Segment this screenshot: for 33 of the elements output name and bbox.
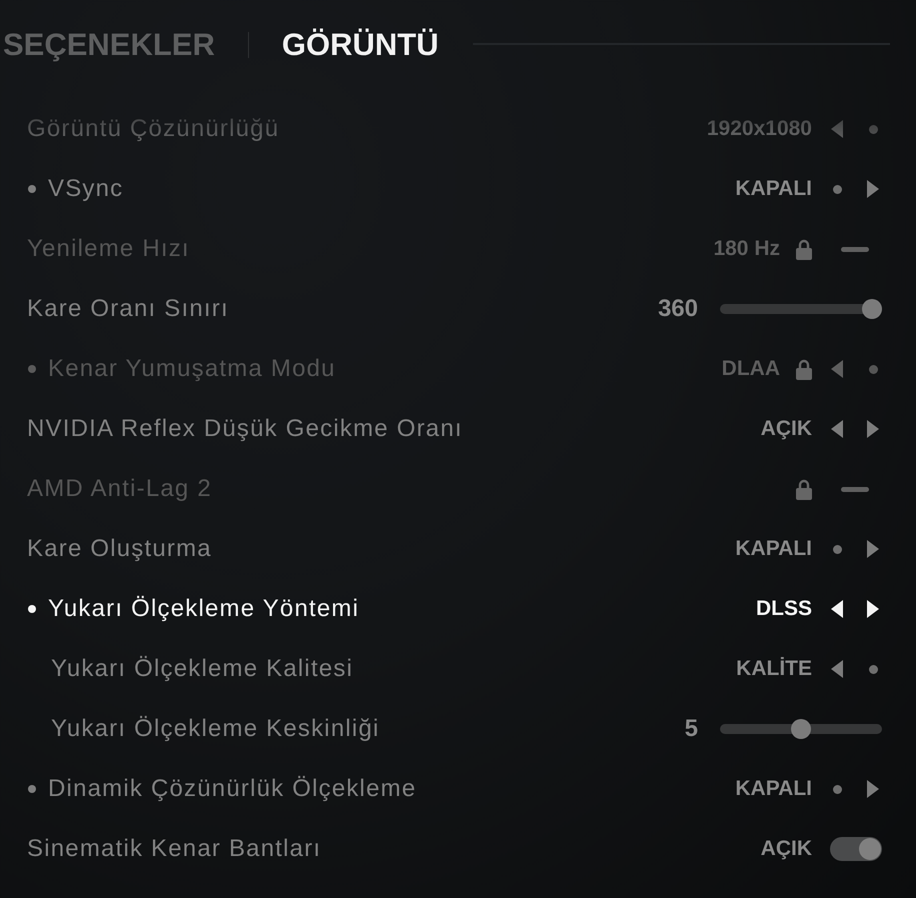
setting-label[interactable]: Dinamik Çözünürlük Ölçekleme [48,774,416,804]
tab[interactable]: SEÇENEKLER [3,26,215,64]
setting-value: KAPALI [735,776,812,802]
setting-label[interactable]: Yukarı Ölçekleme Keskinliği [51,714,380,744]
right-arrow-icon[interactable] [867,600,879,618]
slider-track[interactable] [720,299,882,319]
dash-icon [841,246,869,252]
setting-value: KALİTE [736,656,812,682]
left-arrow-icon[interactable] [831,600,843,618]
setting-value: KAPALI [735,176,812,202]
slider-thumb[interactable] [862,299,882,319]
toggle-switch[interactable] [830,837,882,861]
setting-value: KAPALI [735,536,812,562]
setting-label[interactable]: Kare Oluşturma [27,534,212,564]
setting-label[interactable]: Sinematik Kenar Bantları [27,834,322,864]
slider-track[interactable] [720,719,882,739]
setting-value: DLAA [722,356,780,382]
setting-value: 5 [684,715,698,743]
setting-label[interactable]: Yukarı Ölçekleme Yöntemi [48,594,360,624]
setting-value: 360 [658,295,698,323]
setting-label[interactable]: Yukarı Ölçekleme Kalitesi [51,654,354,684]
setting-label[interactable]: Kare Oranı Sınırı [27,294,229,324]
setting-label[interactable]: NVIDIA Reflex Düşük Gecikme Oranı [27,414,463,444]
setting-value: 1920x1080 [706,116,812,142]
slider-thumb[interactable] [791,719,811,739]
setting-value: DLSS [756,596,812,622]
setting-value: 180 Hz [713,236,780,262]
setting-label[interactable]: Görüntü Çözünürlüğü [27,114,280,144]
dash-icon [841,486,869,492]
setting-value: AÇIK [760,416,812,442]
tab[interactable]: GÖRÜNTÜ [282,26,439,64]
setting-label[interactable]: VSync [48,174,124,204]
setting-value: AÇIK [760,836,812,862]
